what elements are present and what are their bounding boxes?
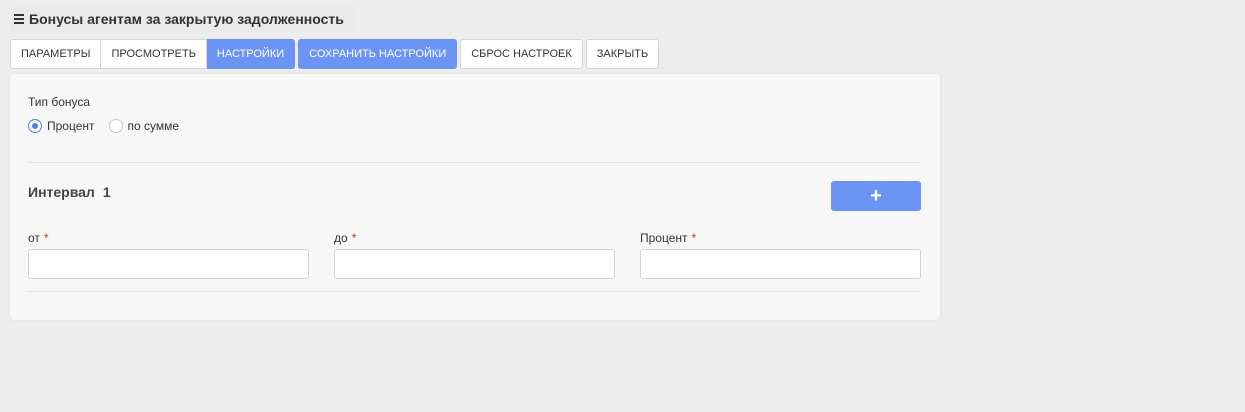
add-interval-button[interactable]: + bbox=[831, 181, 921, 211]
radio-option-percent[interactable]: Процент bbox=[28, 119, 95, 133]
toolbar: ПАРАМЕТРЫ ПРОСМОТРЕТЬ НАСТРОЙКИ СОХРАНИТ… bbox=[10, 39, 660, 69]
page-header: Бонусы агентам за закрытую задолженность bbox=[10, 6, 356, 32]
radio-percent-label: Процент bbox=[47, 119, 95, 133]
field-percent-label-text: Процент bbox=[640, 231, 688, 245]
radio-by-sum[interactable] bbox=[108, 119, 123, 133]
close-button[interactable]: ЗАКРЫТЬ bbox=[585, 39, 660, 69]
required-mark: * bbox=[691, 231, 697, 245]
divider bbox=[28, 291, 921, 292]
interval-title: Интервал 1 bbox=[28, 184, 119, 200]
field-percent: Процент * bbox=[640, 231, 921, 279]
percent-input[interactable] bbox=[640, 249, 921, 279]
bonus-type-label: Тип бонуса bbox=[28, 95, 91, 109]
field-from-label: от * bbox=[28, 231, 309, 247]
save-settings-button[interactable]: СОХРАНИТЬ НАСТРОЙКИ bbox=[298, 39, 458, 69]
from-input[interactable] bbox=[28, 249, 309, 279]
radio-option-by-sum[interactable]: по сумме bbox=[108, 119, 180, 133]
to-input[interactable] bbox=[334, 249, 615, 279]
field-percent-label: Процент * bbox=[640, 231, 921, 247]
menu-icon[interactable] bbox=[14, 12, 24, 26]
required-mark: * bbox=[43, 231, 49, 245]
divider bbox=[28, 162, 921, 163]
interval-title-label: Интервал bbox=[28, 184, 95, 200]
reset-settings-button[interactable]: СБРОС НАСТРОЕК bbox=[460, 39, 583, 69]
radio-by-sum-label: по сумме bbox=[127, 119, 180, 133]
required-mark: * bbox=[351, 231, 357, 245]
tab-parameters[interactable]: ПАРАМЕТРЫ bbox=[10, 39, 102, 69]
field-from: от * bbox=[28, 231, 309, 279]
settings-panel: Тип бонуса Процент по сумме Интервал 1 +… bbox=[10, 74, 940, 320]
interval-number: 1 bbox=[102, 184, 111, 200]
radio-percent[interactable] bbox=[28, 119, 42, 133]
field-from-label-text: от bbox=[28, 231, 40, 245]
tab-view[interactable]: ПРОСМОТРЕТЬ bbox=[101, 39, 207, 69]
page-title: Бонусы агентам за закрытую задолженность bbox=[29, 11, 344, 27]
tab-settings[interactable]: НАСТРОЙКИ bbox=[206, 39, 296, 69]
field-to-label: до * bbox=[334, 231, 615, 247]
bonus-type-radio-group: Процент по сумме bbox=[28, 119, 193, 133]
field-to: до * bbox=[334, 231, 615, 279]
field-to-label-text: до bbox=[334, 231, 348, 245]
